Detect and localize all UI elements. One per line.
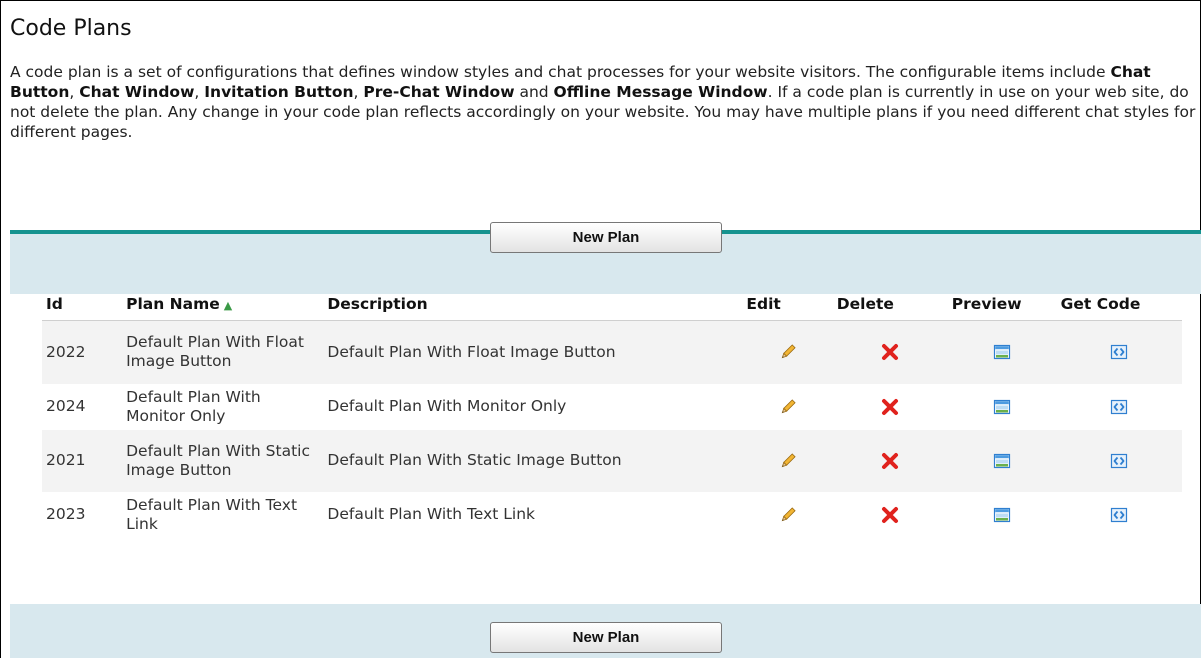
sort-ascending-icon: ▲ xyxy=(223,299,233,312)
red-x-icon[interactable] xyxy=(881,506,899,524)
plan-name-cell: Default Plan With Static Image Button xyxy=(122,428,324,494)
delete-action-cell xyxy=(832,428,948,494)
red-x-icon[interactable] xyxy=(881,452,899,470)
red-x-icon[interactable] xyxy=(881,343,899,361)
plan-id-cell: 2024 xyxy=(42,384,123,430)
preview-window-icon[interactable] xyxy=(993,452,1011,470)
plans-table: Id Plan Name ▲ Description Edit Delete Pr… xyxy=(42,288,1182,538)
plan-name-cell: Default Plan With Monitor Only xyxy=(122,384,324,430)
table-row: 2024 Default Plan With Monitor Only Defaul… xyxy=(42,384,1182,430)
code-brackets-icon[interactable] xyxy=(1110,506,1128,524)
intro-paragraph: A code plan is a set of configurations t… xyxy=(10,62,1198,142)
plan-description-cell: Default Plan With Float Image Button xyxy=(323,320,743,386)
intro-text: and xyxy=(514,83,554,101)
pencil-icon[interactable] xyxy=(779,452,797,470)
column-header-id[interactable]: Id xyxy=(42,288,123,321)
plan-id-cell: 2021 xyxy=(42,428,123,494)
intro-bold-term: Invitation Button xyxy=(204,83,354,101)
intro-text: , xyxy=(353,83,364,101)
column-header-get-code: Get Code xyxy=(1056,288,1182,321)
preview-window-icon[interactable] xyxy=(993,506,1011,524)
preview-action-cell xyxy=(947,384,1057,430)
intro-text: A code plan is a set of configurations t… xyxy=(10,63,1111,81)
table-row: 2021 Default Plan With Static Image Butto… xyxy=(42,428,1182,494)
column-header-delete: Delete xyxy=(832,288,948,321)
plan-description-cell: Default Plan With Static Image Button xyxy=(323,428,743,494)
red-x-icon[interactable] xyxy=(881,398,899,416)
pencil-icon[interactable] xyxy=(779,506,797,524)
preview-window-icon[interactable] xyxy=(993,343,1011,361)
preview-action-cell xyxy=(947,320,1057,386)
delete-action-cell xyxy=(832,320,948,386)
edit-action-cell xyxy=(742,320,833,386)
intro-text: , xyxy=(194,83,205,101)
intro-bold-term: Pre-Chat Window xyxy=(363,83,515,101)
intro-text: , xyxy=(69,83,80,101)
table-row: 2023 Default Plan With Text Link Default P… xyxy=(42,492,1182,538)
column-header-edit: Edit xyxy=(742,288,833,321)
plan-name-cell: Default Plan With Float Image Button xyxy=(122,320,324,386)
pencil-icon[interactable] xyxy=(779,398,797,416)
preview-action-cell xyxy=(947,492,1057,538)
edit-action-cell xyxy=(742,492,833,538)
code-brackets-icon[interactable] xyxy=(1110,398,1128,416)
plan-id-cell: 2022 xyxy=(42,320,123,386)
delete-action-cell xyxy=(832,492,948,538)
column-header-preview: Preview xyxy=(947,288,1057,321)
edit-action-cell xyxy=(742,428,833,494)
new-plan-button-top[interactable]: New Plan xyxy=(490,222,722,253)
plan-description-cell: Default Plan With Text Link xyxy=(323,492,743,538)
get-code-action-cell xyxy=(1056,492,1182,538)
delete-action-cell xyxy=(832,384,948,430)
edit-action-cell xyxy=(742,384,833,430)
get-code-action-cell xyxy=(1056,428,1182,494)
code-brackets-icon[interactable] xyxy=(1110,452,1128,470)
get-code-action-cell xyxy=(1056,320,1182,386)
column-header-plan-name[interactable]: Plan Name ▲ xyxy=(122,288,324,321)
column-header-description[interactable]: Description xyxy=(323,288,743,321)
intro-bold-term: Chat Window xyxy=(79,83,195,101)
new-plan-button-bottom[interactable]: New Plan xyxy=(490,622,722,653)
page-title: Code Plans xyxy=(10,16,132,41)
pencil-icon[interactable] xyxy=(779,343,797,361)
code-brackets-icon[interactable] xyxy=(1110,343,1128,361)
preview-action-cell xyxy=(947,428,1057,494)
plan-id-cell: 2023 xyxy=(42,492,123,538)
plan-name-cell: Default Plan With Text Link xyxy=(122,492,324,538)
intro-bold-term: Offline Message Window xyxy=(553,83,768,101)
get-code-action-cell xyxy=(1056,384,1182,430)
table-row: 2022 Default Plan With Float Image Button… xyxy=(42,320,1182,386)
preview-window-icon[interactable] xyxy=(993,398,1011,416)
table-header-row: Id Plan Name ▲ Description Edit Delete Pr… xyxy=(42,288,1182,321)
plan-description-cell: Default Plan With Monitor Only xyxy=(323,384,743,430)
